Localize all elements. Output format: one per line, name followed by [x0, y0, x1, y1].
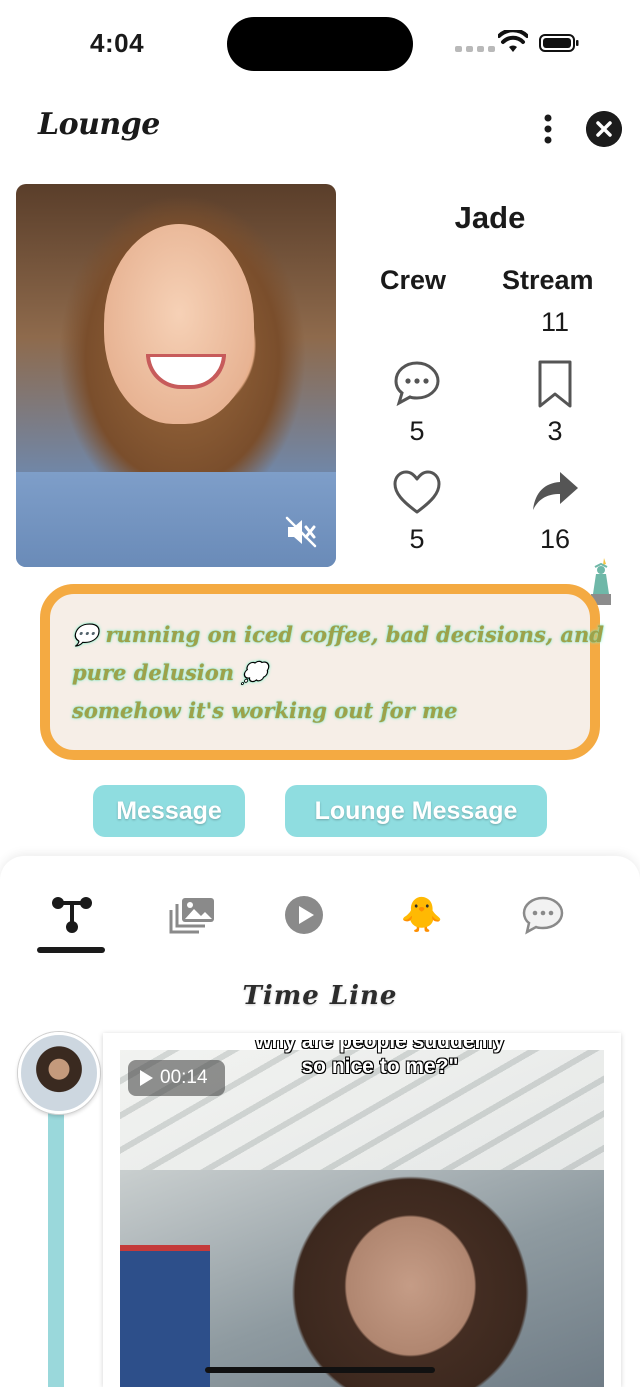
likes-count: 5 [409, 524, 425, 554]
bio-line-3: somehow it's working out for me [72, 698, 458, 723]
post-author-avatar[interactable] [18, 1032, 100, 1114]
bio-line-1: 💬 running on iced coffee, bad decisions,… [72, 622, 604, 647]
shares-count: 16 [539, 524, 571, 554]
comment-icon[interactable] [392, 359, 442, 409]
timeline-title: Time Line [242, 981, 398, 1011]
vertical-dots-icon[interactable] [536, 113, 560, 145]
tab-chick[interactable]: 🐥 [397, 890, 447, 940]
play-icon [140, 1070, 153, 1086]
speaker-muted-icon[interactable] [284, 515, 318, 549]
comments-count: 5 [409, 416, 425, 446]
app-logo: Lounge [38, 107, 160, 142]
video-duration-badge[interactable]: 00:14 [128, 1060, 225, 1096]
profile-name: Jade [454, 200, 526, 235]
lounge-message-button[interactable]: Lounge Message [285, 785, 547, 837]
bio-line-2: pure delusion 💭 [72, 660, 268, 685]
video-caption-bottom: so nice to me?" [301, 1055, 459, 1078]
network-icon [52, 897, 92, 933]
tab-network[interactable] [47, 890, 97, 940]
video-duration: 00:14 [160, 1067, 208, 1088]
bookmark-icon[interactable] [530, 359, 580, 409]
stream-label[interactable]: Stream [502, 265, 594, 296]
video-caption: why are people suddenly so nice to me?" [200, 1040, 560, 1080]
stream-count: 11 [540, 307, 570, 337]
chick-icon: 🐥 [400, 896, 444, 934]
video-thumbnail[interactable] [120, 1050, 604, 1387]
close-icon[interactable] [586, 111, 622, 147]
chat-icon [522, 896, 564, 935]
photos-icon [169, 898, 214, 934]
bookmarks-count: 3 [547, 416, 563, 446]
battery-icon [539, 34, 579, 52]
active-tab-indicator [37, 947, 105, 953]
cellular-signal-icon [455, 46, 495, 52]
message-button[interactable]: Message [93, 785, 245, 837]
share-icon[interactable] [530, 468, 580, 518]
video-caption-top: why are people suddenly [255, 1040, 505, 1053]
tab-chat[interactable] [518, 890, 568, 940]
home-indicator [205, 1367, 435, 1373]
status-time: 4:04 [90, 28, 145, 58]
play-icon [285, 896, 323, 934]
dynamic-island [227, 17, 413, 71]
tab-photos[interactable] [167, 890, 217, 940]
timeline-rail [48, 1100, 64, 1387]
profile-photo[interactable] [16, 184, 336, 567]
crew-label[interactable]: Crew [380, 265, 446, 296]
wifi-icon [498, 30, 528, 52]
heart-icon[interactable] [392, 468, 442, 518]
bio-card: 💬 running on iced coffee, bad decisions,… [40, 584, 604, 760]
tab-videos[interactable] [279, 890, 329, 940]
